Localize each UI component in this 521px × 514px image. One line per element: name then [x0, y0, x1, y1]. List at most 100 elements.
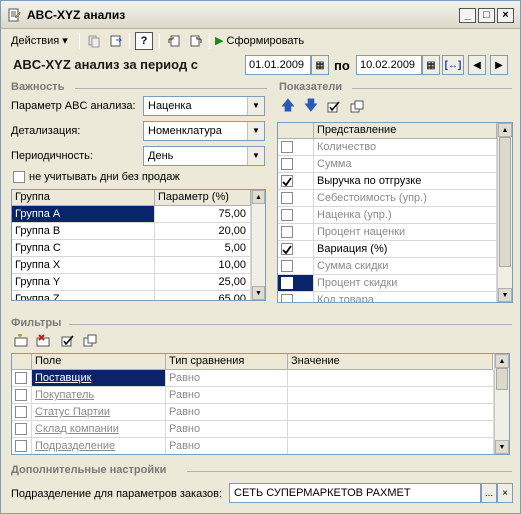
scroll-up-icon[interactable]: ▲	[495, 354, 509, 368]
unchecked-checkbox[interactable]	[281, 226, 293, 238]
table-row[interactable]: Группа C 5,00	[12, 240, 251, 257]
scroll-up-icon[interactable]: ▲	[252, 190, 265, 204]
select-button[interactable]: ...	[481, 483, 497, 503]
unchecked-checkbox[interactable]	[281, 260, 293, 272]
add-row-icon[interactable]	[13, 332, 31, 350]
indicator-label[interactable]: Сумма скидки	[314, 258, 497, 274]
filter-checkbox-cell[interactable]	[12, 370, 32, 386]
skip-days-checkbox[interactable]	[13, 171, 25, 183]
indicator-row[interactable]: Количество	[278, 139, 497, 156]
indicator-row[interactable]: Сумма скидки	[278, 258, 497, 275]
group-name-cell[interactable]: Группа B	[12, 223, 155, 239]
indicator-checkbox-cell[interactable]	[278, 173, 314, 189]
indicator-checkbox-cell[interactable]	[278, 139, 314, 155]
filter-row[interactable]: Покупатель Равно	[12, 387, 494, 404]
scroll-up-icon[interactable]: ▲	[498, 123, 512, 137]
help-icon[interactable]: ?	[135, 32, 153, 50]
column-header[interactable]: Группа	[12, 190, 155, 206]
column-header-check[interactable]	[278, 123, 314, 139]
indicator-row[interactable]: Выручка по отгрузке	[278, 173, 497, 190]
column-header[interactable]: Поле	[32, 354, 166, 370]
group-param-cell[interactable]: 65,00	[155, 291, 251, 300]
move-down-icon[interactable]: 🡇	[302, 97, 320, 116]
filter-field-cell[interactable]: Покупатель	[32, 387, 166, 403]
uncheck-all-icon[interactable]	[348, 98, 366, 116]
indicator-label[interactable]: Процент скидки	[314, 275, 497, 291]
unchecked-checkbox[interactable]	[281, 141, 293, 153]
filter-field-cell[interactable]: Подразделение	[32, 438, 166, 454]
unchecked-checkbox[interactable]	[15, 406, 27, 418]
filter-field-label[interactable]: Склад компании	[35, 423, 119, 435]
minimize-button[interactable]: _	[459, 8, 476, 23]
dept-input[interactable]: СЕТЬ СУПЕРМАРКЕТОВ РАХМЕТ	[229, 483, 481, 503]
indicator-checkbox-cell[interactable]	[278, 190, 314, 206]
filter-value-cell[interactable]	[288, 387, 494, 403]
maximize-button[interactable]: □	[478, 8, 495, 23]
indicator-checkbox-cell[interactable]	[278, 156, 314, 172]
filter-field-cell[interactable]: Статус Партии	[32, 404, 166, 420]
filter-checkbox-cell[interactable]	[12, 404, 32, 420]
filter-row[interactable]: Склад компании Равно	[12, 421, 494, 438]
indicator-label[interactable]: Выручка по отгрузке	[314, 173, 497, 189]
scroll-down-icon[interactable]: ▼	[495, 440, 509, 454]
indicator-row[interactable]: Код товара	[278, 292, 497, 302]
prev-period-button[interactable]: ◀	[468, 55, 486, 75]
indicator-row[interactable]: Процент наценки	[278, 224, 497, 241]
check-all-icon[interactable]	[59, 332, 77, 350]
group-param-cell[interactable]: 20,00	[155, 223, 251, 239]
scroll-thumb[interactable]	[499, 137, 511, 267]
checked-checkbox[interactable]	[281, 175, 293, 187]
calendar-icon[interactable]: ▦	[311, 55, 329, 75]
clear-button[interactable]: ×	[497, 483, 513, 503]
scrollbar[interactable]: ▲ ▼	[251, 190, 265, 300]
unchecked-checkbox[interactable]	[281, 192, 293, 204]
indicator-label[interactable]: Вариация (%)	[314, 241, 497, 257]
uncheck-all-icon[interactable]	[81, 332, 99, 350]
form-report-button[interactable]: ▶ Сформировать	[215, 32, 304, 50]
paste-icon[interactable]	[107, 32, 125, 50]
filter-value-cell[interactable]	[288, 438, 494, 454]
filter-compare-cell[interactable]: Равно	[166, 370, 288, 386]
indicator-row[interactable]: Себестоимость (упр.)	[278, 190, 497, 207]
indicator-label[interactable]: Количество	[314, 139, 497, 155]
calendar-icon[interactable]: ▦	[422, 55, 440, 75]
scroll-down-icon[interactable]: ▼	[498, 288, 512, 302]
filter-field-label[interactable]: Статус Партии	[35, 406, 110, 418]
indicator-row[interactable]: Сумма	[278, 156, 497, 173]
date-to-input[interactable]: 10.02.2009	[356, 55, 422, 75]
column-header[interactable]: Представление	[314, 123, 497, 139]
indicator-label[interactable]: Код товара	[314, 292, 497, 302]
filter-row[interactable]: Поставщик Равно	[12, 370, 494, 387]
date-from-input[interactable]: 01.01.2009	[245, 55, 311, 75]
group-name-cell[interactable]: Группа Z	[12, 291, 155, 300]
unchecked-checkbox[interactable]	[281, 209, 293, 221]
column-header-check[interactable]	[12, 354, 32, 370]
indicator-label[interactable]: Процент наценки	[314, 224, 497, 240]
filter-compare-cell[interactable]: Равно	[166, 438, 288, 454]
unchecked-checkbox[interactable]	[281, 158, 293, 170]
column-header[interactable]: Тип сравнения	[166, 354, 288, 370]
filter-row[interactable]: Подразделение Равно	[12, 438, 494, 454]
copy-icon[interactable]	[85, 32, 103, 50]
indicator-label[interactable]: Себестоимость (упр.)	[314, 190, 497, 206]
detail-select[interactable]: Номенклатура ▼	[143, 121, 265, 141]
indicator-row[interactable]: Наценка (упр.)	[278, 207, 497, 224]
group-param-cell[interactable]: 10,00	[155, 257, 251, 273]
indicator-label[interactable]: Сумма	[314, 156, 497, 172]
filter-compare-cell[interactable]: Равно	[166, 387, 288, 403]
filter-field-label[interactable]: Покупатель	[35, 389, 94, 401]
filter-value-cell[interactable]	[288, 404, 494, 420]
indicator-row[interactable]: Вариация (%)	[278, 241, 497, 258]
filter-field-cell[interactable]: Склад компании	[32, 421, 166, 437]
indicator-checkbox-cell[interactable]	[278, 224, 314, 240]
filter-checkbox-cell[interactable]	[12, 421, 32, 437]
unchecked-checkbox[interactable]	[281, 277, 293, 289]
indicator-checkbox-cell[interactable]	[278, 241, 314, 257]
indicator-label[interactable]: Наценка (упр.)	[314, 207, 497, 223]
group-param-cell[interactable]: 5,00	[155, 240, 251, 256]
scroll-thumb[interactable]	[496, 368, 508, 390]
unchecked-checkbox[interactable]	[15, 440, 27, 452]
scrollbar[interactable]: ▲ ▼	[497, 123, 512, 302]
filter-value-cell[interactable]	[288, 370, 494, 386]
filter-compare-cell[interactable]: Равно	[166, 404, 288, 420]
